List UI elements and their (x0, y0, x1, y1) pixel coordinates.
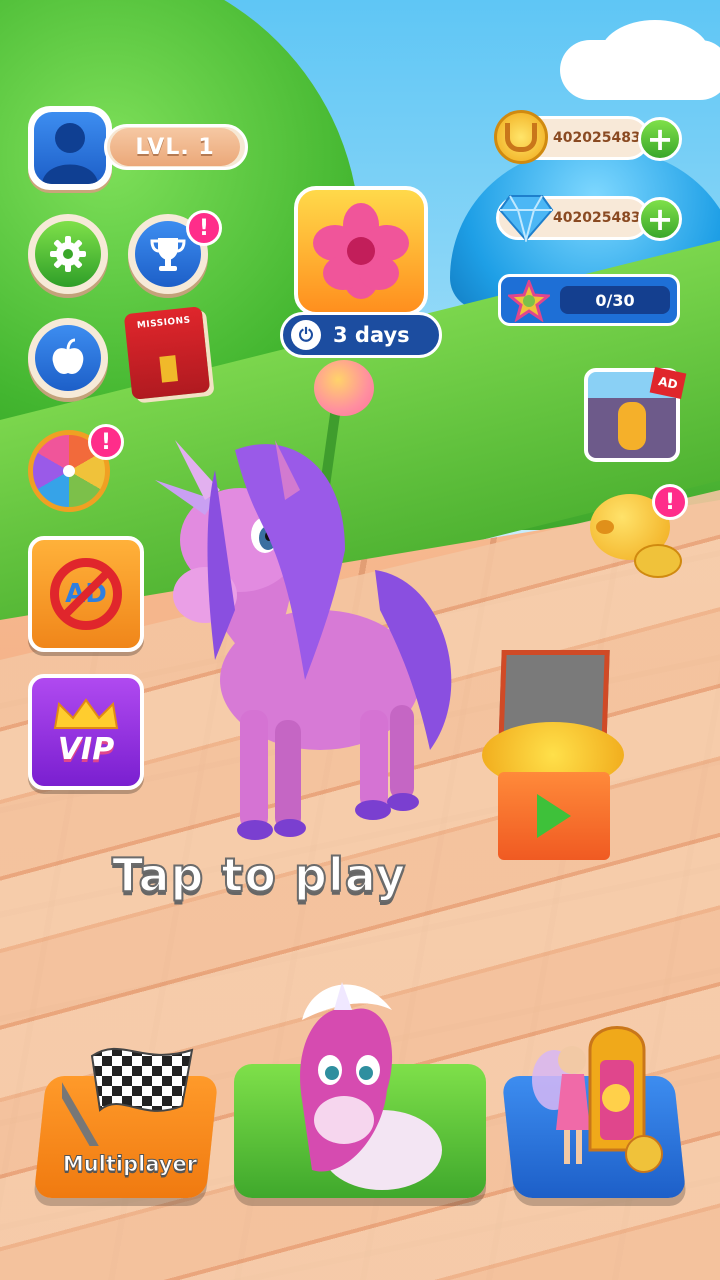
level-text: LVL. 1 (110, 128, 240, 166)
flower-icon (313, 203, 409, 299)
fairy-castle-icon (532, 1026, 663, 1173)
diamond-icon (498, 195, 554, 242)
trophy-notification-badge: ! (186, 210, 222, 246)
trophy-icon (150, 238, 186, 271)
profile-avatar-button[interactable] (34, 112, 106, 184)
checkered-flag-icon (62, 1047, 194, 1146)
missions-book-button[interactable]: MISSIONS (123, 306, 211, 400)
gems-value: 402025483 (553, 210, 641, 226)
unicorn-character[interactable] (145, 430, 475, 860)
add-gems-button[interactable]: + (638, 197, 682, 241)
cloud (600, 20, 710, 90)
tap-to-play-text[interactable]: Tap to play (111, 847, 406, 903)
apple-icon (52, 338, 84, 374)
horseshoe-icon (505, 122, 537, 152)
power-icon: ⏻ (291, 320, 321, 350)
bookmark-icon (159, 355, 178, 383)
multiplayer-label: Multiplayer (62, 1152, 198, 1177)
vip-button[interactable]: VIP (28, 674, 144, 790)
runner-character-icon (618, 402, 646, 450)
coin-stack-icon (634, 544, 682, 578)
settings-button[interactable] (28, 214, 108, 294)
gear-icon (50, 236, 86, 272)
add-coins-button[interactable]: + (638, 117, 682, 161)
food-button[interactable] (28, 318, 108, 398)
spin-wheel-notification-badge: ! (88, 424, 124, 460)
wheel-center-icon (63, 465, 75, 477)
user-icon (42, 123, 98, 184)
progress-text: 0/30 (560, 286, 670, 314)
event-flower-button[interactable] (294, 186, 428, 316)
missions-label: MISSIONS (136, 315, 192, 331)
event-timer-text: 3 days (333, 323, 410, 347)
rainbow-star-icon (508, 280, 550, 322)
play-video-icon (537, 794, 571, 838)
no-ads-icon: AD (50, 558, 122, 630)
pony-portrait-icon (300, 982, 442, 1190)
flower-bud (314, 360, 374, 416)
crown-icon (53, 697, 119, 729)
piggy-snout-icon (596, 520, 614, 534)
event-timer: ⏻ 3 days (280, 312, 442, 358)
piggy-bank-notification-badge: ! (652, 484, 688, 520)
treasure-chest-button[interactable] (498, 772, 610, 860)
coins-value: 402025483 (553, 130, 641, 146)
vip-label: VIP (57, 731, 115, 767)
no-ads-button[interactable]: AD (28, 536, 144, 652)
coin-icon (494, 110, 548, 164)
